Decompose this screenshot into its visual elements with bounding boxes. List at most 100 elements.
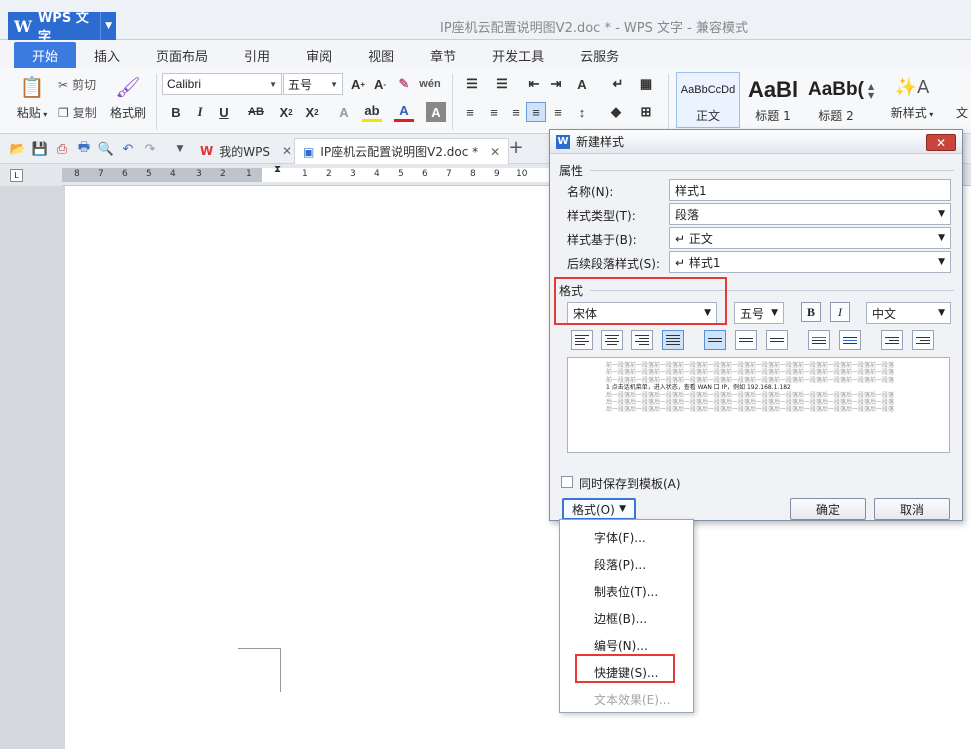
cancel-button[interactable]: 取消 (874, 498, 950, 520)
italic-button[interactable]: I (830, 302, 850, 322)
font-size-select[interactable]: 五号 ▼ (734, 302, 784, 324)
italic-icon[interactable]: I (190, 102, 210, 122)
open-folder-icon[interactable]: 📂 (10, 141, 26, 157)
chevron-down-icon[interactable]: ▼ (172, 141, 188, 157)
font-color-icon[interactable]: A (394, 102, 414, 122)
style-type-select[interactable]: 段落 ▼ (669, 203, 951, 225)
subscript-icon[interactable]: X2 (302, 102, 322, 122)
strikethrough-icon[interactable]: AB (244, 102, 268, 122)
redo-icon[interactable]: ↷ (142, 141, 158, 157)
paragraph-mark-icon[interactable]: ↵ (608, 74, 628, 94)
justify-icon[interactable] (662, 330, 684, 350)
ok-button[interactable]: 确定 (790, 498, 866, 520)
double-spacing-icon[interactable] (766, 330, 788, 350)
align-right-icon[interactable] (631, 330, 653, 350)
style-heading-1[interactable]: AaBl 标题 1 (741, 72, 805, 128)
decrease-indent-icon[interactable] (881, 330, 903, 350)
menu-item-font[interactable]: 字体(F)... (594, 529, 646, 546)
print-icon[interactable]: 🖶 (76, 140, 92, 157)
dialog-title-bar[interactable]: W 新建样式 (550, 130, 962, 154)
tab-my-wps[interactable]: W 我的WPS ✕ (192, 138, 300, 164)
tab-view[interactable]: 视图 (350, 42, 412, 68)
name-label: 名称(N): (567, 185, 614, 199)
shrink-font-icon[interactable]: A- (370, 74, 390, 94)
increase-indent-icon[interactable] (912, 330, 934, 350)
bullet-list-icon[interactable]: ☰ (462, 74, 482, 94)
dialog-close-button[interactable]: ✕ (926, 134, 956, 151)
format-painter-button[interactable]: 🖌 格式刷 (108, 74, 148, 121)
clear-format-icon[interactable]: ✎ (394, 74, 414, 94)
text-effect-icon[interactable]: A (334, 102, 354, 122)
distributed-icon[interactable]: ≡ (548, 102, 568, 122)
bold-button[interactable]: B (801, 302, 821, 322)
next-paragraph-style-select[interactable]: ↵ 样式1 ▼ (669, 251, 951, 273)
increase-indent-icon[interactable]: ⇥ (546, 74, 566, 94)
menu-item-tabs[interactable]: 制表位(T)... (594, 583, 658, 600)
print-preview-icon[interactable]: 🔍 (98, 141, 114, 157)
tab-section[interactable]: 章节 (412, 42, 474, 68)
preview-current-line: 1 点击话机菜单，进入状态，查看 WAN 口 IP，例如 192.168.1.1… (606, 384, 791, 392)
char-shading-icon[interactable]: A (426, 102, 446, 122)
close-icon[interactable]: ✕ (490, 145, 500, 159)
menu-item-paragraph[interactable]: 段落(P)... (594, 556, 646, 573)
bold-icon[interactable]: B (166, 102, 186, 122)
based-on-select[interactable]: ↵ 正文 ▼ (669, 227, 951, 249)
align-center-icon[interactable]: ≡ (484, 102, 504, 122)
align-center-icon[interactable] (601, 330, 623, 350)
add-tab-icon[interactable]: + (508, 137, 524, 158)
change-case-icon[interactable]: A (572, 74, 592, 94)
menu-item-numbering[interactable]: 编号(N)... (594, 637, 648, 654)
table-icon[interactable]: ▦ (636, 74, 656, 94)
new-style-button[interactable]: ✨A 新样式 ▾ (884, 74, 940, 121)
superscript-icon[interactable]: X2 (276, 102, 296, 122)
decrease-paragraph-spacing-icon[interactable] (839, 330, 861, 350)
text-tools-button[interactable]: 文 (952, 104, 971, 121)
tab-current-document[interactable]: ▣ IP座机云配置说明图V2.doc * ✕ (294, 138, 510, 164)
highlight-icon[interactable]: ab (362, 102, 382, 122)
ribbon-divider (156, 74, 157, 130)
font-size-combo[interactable]: 五号 ▼ (283, 73, 343, 95)
undo-icon[interactable]: ↶ (120, 141, 136, 157)
tab-home[interactable]: 开始 (14, 42, 77, 68)
increase-paragraph-spacing-icon[interactable] (808, 330, 830, 350)
phonetic-guide-icon[interactable]: wén (419, 74, 440, 94)
justify-icon[interactable]: ≡ (526, 102, 546, 122)
paste-button[interactable]: 📋 粘贴 ▾ (12, 74, 52, 121)
tab-cloud[interactable]: 云服务 (562, 42, 637, 68)
tab-review[interactable]: 审阅 (288, 42, 350, 68)
tab-developer[interactable]: 开发工具 (474, 42, 562, 68)
wps-app-menu-button[interactable]: W WPS 文字 ▼ (8, 11, 116, 45)
format-button-label: 格式(O) (572, 502, 615, 517)
save-to-template-checkbox[interactable] (561, 476, 573, 488)
align-left-icon[interactable]: ≡ (460, 102, 480, 122)
tab-stop-selector[interactable]: L (10, 169, 23, 182)
underline-icon[interactable]: U (214, 102, 234, 122)
one-half-spacing-icon[interactable] (735, 330, 757, 350)
format-dropdown-button[interactable]: 格式(O) ▼ (562, 498, 636, 520)
tab-references[interactable]: 引用 (226, 42, 288, 68)
menu-item-borders[interactable]: 边框(B)... (594, 610, 647, 627)
language-select[interactable]: 中文 ▼ (866, 302, 951, 324)
borders-icon[interactable]: ⊞ (636, 102, 656, 122)
single-spacing-icon[interactable] (704, 330, 726, 350)
save-icon[interactable]: 💾 (32, 141, 48, 157)
export-pdf-icon[interactable]: ⎙ (54, 141, 70, 157)
close-icon[interactable]: ✕ (282, 144, 292, 158)
style-normal[interactable]: AaBbCcDd 正文 (676, 72, 740, 128)
styles-scroll-icon[interactable]: ▲ ▼ (868, 82, 874, 100)
cut-button[interactable]: ✂ 剪切 (58, 76, 96, 93)
shading-icon[interactable]: ◆ (606, 102, 626, 122)
decrease-indent-icon[interactable]: ⇤ (524, 74, 544, 94)
tab-insert[interactable]: 插入 (76, 42, 138, 68)
align-left-icon[interactable] (571, 330, 593, 350)
grow-font-icon[interactable]: A + (348, 74, 368, 94)
style-heading-2[interactable]: AaBb( 标题 2 (804, 72, 868, 128)
align-right-icon[interactable]: ≡ (506, 102, 526, 122)
tab-page-layout[interactable]: 页面布局 (138, 42, 226, 68)
name-input[interactable]: 样式1 (669, 179, 951, 201)
line-spacing-icon[interactable]: ↕ (572, 102, 592, 122)
indent-marker-icon[interactable]: ⧗ (274, 164, 281, 175)
copy-button[interactable]: ❐ 复制 (58, 104, 97, 121)
numbered-list-icon[interactable]: ☰ (492, 74, 512, 94)
font-name-combo[interactable]: Calibri ▼ (162, 73, 282, 95)
